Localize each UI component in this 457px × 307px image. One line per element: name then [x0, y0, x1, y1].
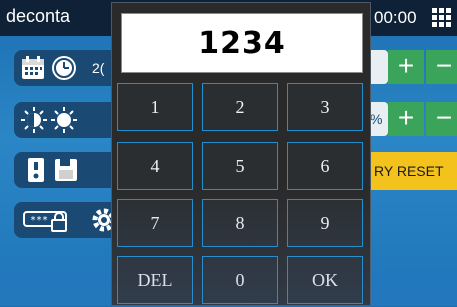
decrease-button[interactable]: − — [426, 50, 457, 84]
increase-button[interactable]: + — [388, 50, 424, 84]
password-row: *** — [14, 202, 118, 238]
brightness-unit: % — [370, 111, 383, 127]
calendar-icon[interactable] — [20, 54, 48, 82]
key-1[interactable]: 1 — [117, 83, 193, 131]
clock-display: 00:00 — [374, 8, 417, 27]
key-0[interactable]: 0 — [202, 256, 278, 304]
key-8[interactable]: 8 — [202, 199, 278, 247]
storage-row — [14, 152, 118, 188]
delete-key[interactable]: DEL — [117, 256, 193, 304]
key-9[interactable]: 9 — [287, 199, 363, 247]
key-2[interactable]: 2 — [202, 83, 278, 131]
key-4[interactable]: 4 — [117, 142, 193, 190]
numeric-keypad: 1234 1 2 3 4 5 6 7 8 9 DEL 0 OK — [111, 2, 372, 307]
svg-text:***: *** — [30, 215, 48, 226]
ok-key[interactable]: OK — [287, 256, 363, 304]
key-6[interactable]: 6 — [287, 142, 363, 190]
key-3[interactable]: 3 — [287, 83, 363, 131]
brightness-row — [14, 102, 118, 138]
password-lock-icon[interactable]: *** — [22, 206, 72, 234]
datetime-row: 2( — [14, 50, 118, 86]
contrast-icon[interactable] — [20, 106, 48, 134]
grid-menu-icon[interactable] — [432, 8, 451, 27]
date-value-fragment: 2( — [92, 60, 105, 76]
brand-name: deconta — [6, 6, 71, 26]
clock-icon[interactable] — [50, 54, 78, 82]
keypad-display: 1234 — [121, 13, 363, 73]
device-icon[interactable] — [22, 156, 50, 184]
datetime-input-edge[interactable] — [368, 50, 388, 84]
brightness-icon[interactable] — [50, 106, 78, 134]
brightness-increase-button[interactable]: + — [388, 102, 424, 136]
factory-reset-button[interactable]: RY RESET — [370, 152, 457, 190]
key-5[interactable]: 5 — [202, 142, 278, 190]
save-icon[interactable] — [52, 156, 80, 184]
key-7[interactable]: 7 — [117, 199, 193, 247]
brightness-decrease-button[interactable]: − — [426, 102, 457, 136]
